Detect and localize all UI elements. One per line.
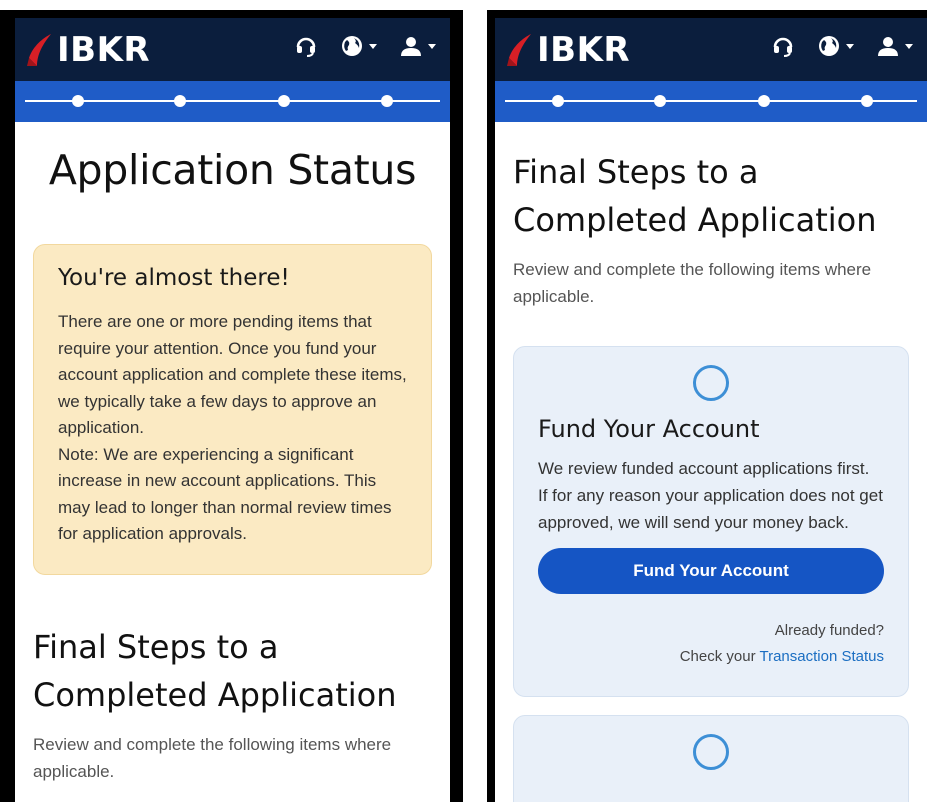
brand-name: IBKR — [57, 30, 151, 70]
progress-step — [278, 95, 290, 107]
already-funded-label: Already funded? — [774, 622, 884, 639]
left-phone-frame: IBKR Application Status You're almost th… — [0, 10, 463, 802]
chevron-down-icon — [369, 43, 377, 49]
pending-items-alert: You're almost there! There are one or mo… — [33, 244, 432, 575]
progress-step — [72, 95, 84, 107]
top-nav-bar: IBKR — [495, 18, 927, 81]
next-step-card — [513, 715, 909, 802]
user-icon — [878, 37, 898, 56]
chevron-down-icon — [905, 43, 913, 49]
section-title: Final Steps to a Completed Application — [33, 627, 397, 714]
progress-stepper — [15, 81, 450, 122]
chevron-down-icon — [428, 43, 436, 49]
alert-title: You're almost there! — [58, 265, 290, 291]
headset-icon — [773, 37, 793, 57]
ibkr-flame-icon — [507, 34, 531, 66]
right-screen: IBKR Final Steps to a Completed Applicat… — [495, 18, 927, 802]
globe-icon — [819, 36, 839, 56]
account-menu[interactable] — [876, 34, 913, 58]
already-funded-text: Already funded? Check your Transaction S… — [538, 618, 884, 670]
progress-step — [861, 95, 873, 107]
alert-note: Note: We are experiencing a significant … — [58, 444, 392, 544]
left-screen: IBKR Application Status You're almost th… — [15, 18, 450, 802]
right-phone-frame: IBKR Final Steps to a Completed Applicat… — [487, 10, 927, 802]
brand-name: IBKR — [537, 30, 631, 70]
section-subtitle: Review and complete the following items … — [33, 734, 392, 781]
check-prefix: Check your — [679, 648, 756, 665]
progress-step — [174, 95, 186, 107]
fund-account-button[interactable]: Fund Your Account — [538, 548, 884, 594]
top-nav-bar: IBKR — [15, 18, 450, 81]
pending-status-circle-icon — [693, 365, 729, 401]
user-icon — [401, 37, 421, 56]
progress-step — [381, 95, 393, 107]
progress-track — [25, 100, 440, 102]
card-description: We review funded account applications fi… — [538, 459, 870, 478]
card-refund-note: If for any reason your application does … — [538, 486, 883, 532]
language-dropdown[interactable] — [340, 34, 377, 58]
ibkr-logo[interactable]: IBKR — [505, 32, 630, 68]
language-dropdown[interactable] — [817, 34, 854, 58]
section-subtitle: Review and complete the following items … — [513, 260, 872, 306]
ibkr-flame-icon — [27, 34, 51, 66]
progress-stepper — [495, 81, 927, 122]
transaction-status-link[interactable]: Transaction Status — [759, 648, 884, 665]
chevron-down-icon — [846, 43, 854, 49]
support-button[interactable] — [771, 34, 795, 58]
progress-step — [654, 95, 666, 107]
headset-icon — [296, 37, 316, 57]
pending-status-circle-icon — [693, 734, 729, 770]
ibkr-logo[interactable]: IBKR — [25, 32, 150, 68]
fund-account-card: Fund Your Account We review funded accou… — [513, 346, 909, 697]
section-title: Final Steps to a Completed Application — [513, 153, 877, 239]
page-title: Application Status — [48, 146, 417, 194]
progress-step — [552, 95, 564, 107]
progress-step — [758, 95, 770, 107]
globe-icon — [342, 36, 362, 56]
progress-track — [505, 100, 917, 102]
card-title: Fund Your Account — [538, 415, 760, 443]
account-menu[interactable] — [399, 34, 436, 58]
support-button[interactable] — [294, 34, 318, 58]
alert-body: There are one or more pending items that… — [58, 312, 407, 437]
